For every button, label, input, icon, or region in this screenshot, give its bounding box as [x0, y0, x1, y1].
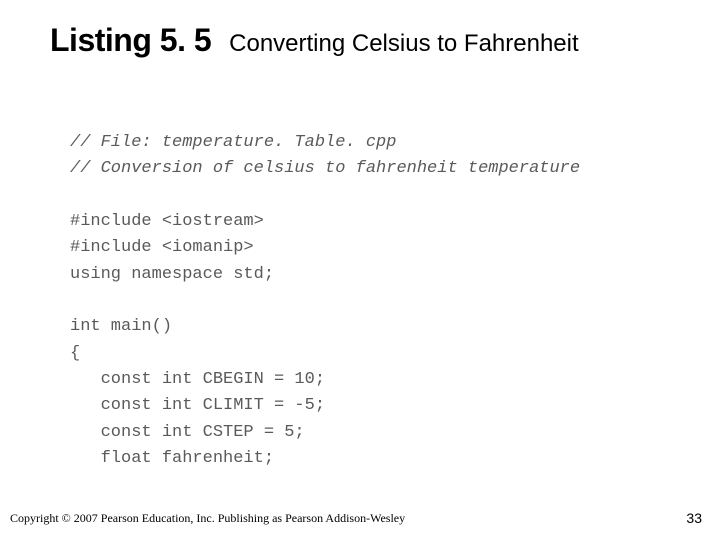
listing-number: Listing 5. 5	[50, 22, 211, 59]
code-listing: // File: temperature. Table. cpp // Conv…	[70, 130, 580, 472]
code-line: {	[70, 344, 80, 363]
code-comment-2: // Conversion of celsius to fahrenheit t…	[70, 159, 580, 178]
code-line: const int CLIMIT = -5;	[70, 396, 325, 415]
code-line: const int CSTEP = 5;	[70, 423, 305, 442]
code-line: float fahrenheit;	[70, 449, 274, 468]
code-line: #include <iomanip>	[70, 238, 254, 257]
code-line: using namespace std;	[70, 265, 274, 284]
copyright-text: Copyright © 2007 Pearson Education, Inc.…	[10, 511, 405, 526]
slide-title: Converting Celsius to Fahrenheit	[229, 30, 579, 58]
code-line: int main()	[70, 317, 172, 336]
title-row: Listing 5. 5 Converting Celsius to Fahre…	[50, 22, 690, 59]
page-number: 33	[686, 510, 702, 526]
code-line: const int CBEGIN = 10;	[70, 370, 325, 389]
slide: Listing 5. 5 Converting Celsius to Fahre…	[0, 0, 720, 540]
code-line: #include <iostream>	[70, 212, 264, 231]
code-comment-1: // File: temperature. Table. cpp	[70, 133, 396, 152]
